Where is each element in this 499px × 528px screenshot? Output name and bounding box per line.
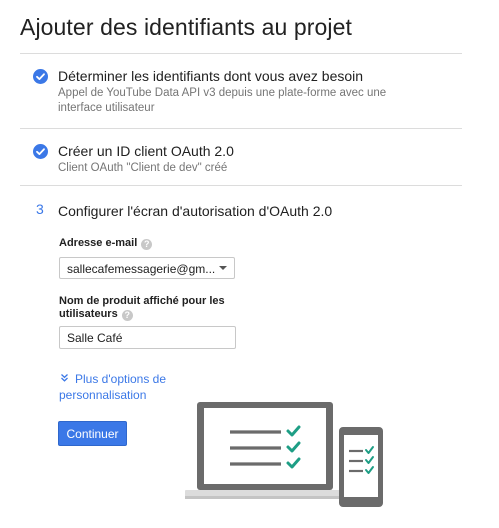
email-label: Adresse e-mail? xyxy=(59,237,153,250)
email-label-text: Adresse e-mail xyxy=(59,237,138,249)
page-title: Ajouter des identifiants au projet xyxy=(20,14,352,40)
product-name-label: Nom de produit affiché pour les utilisat… xyxy=(59,295,239,321)
help-circle-icon[interactable]: ? xyxy=(141,239,153,250)
step-divider xyxy=(20,128,462,129)
step-3-number: 3 xyxy=(36,201,44,217)
dropdown-arrow-icon xyxy=(219,266,227,270)
email-select-value: sallecafemessagerie@gm... xyxy=(67,262,215,276)
continue-button[interactable]: Continuer xyxy=(58,421,127,446)
double-chevron-down-icon xyxy=(60,372,69,388)
help-circle-icon[interactable]: ? xyxy=(121,310,133,321)
check-circle-icon xyxy=(33,144,48,159)
step-2-title: Créer un ID client OAuth 2.0 xyxy=(58,143,234,159)
email-select[interactable]: sallecafemessagerie@gm... xyxy=(59,257,235,279)
step-divider xyxy=(20,185,462,186)
laptop-phone-checklist-illustration xyxy=(185,402,383,507)
title-divider xyxy=(20,53,462,54)
step-1-subtitle: Appel de YouTube Data API v3 depuis une … xyxy=(58,87,387,114)
check-circle-icon xyxy=(33,69,48,84)
product-name-label-text: Nom de produit affiché pour les utilisat… xyxy=(59,295,225,320)
product-name-input[interactable] xyxy=(59,326,236,349)
step-1-title: Déterminer les identifiants dont vous av… xyxy=(58,68,364,84)
step-3-title: Configurer l'écran d'autorisation d'OAut… xyxy=(58,203,333,219)
step-2-subtitle: Client OAuth "Client de dev" créé xyxy=(58,162,228,174)
